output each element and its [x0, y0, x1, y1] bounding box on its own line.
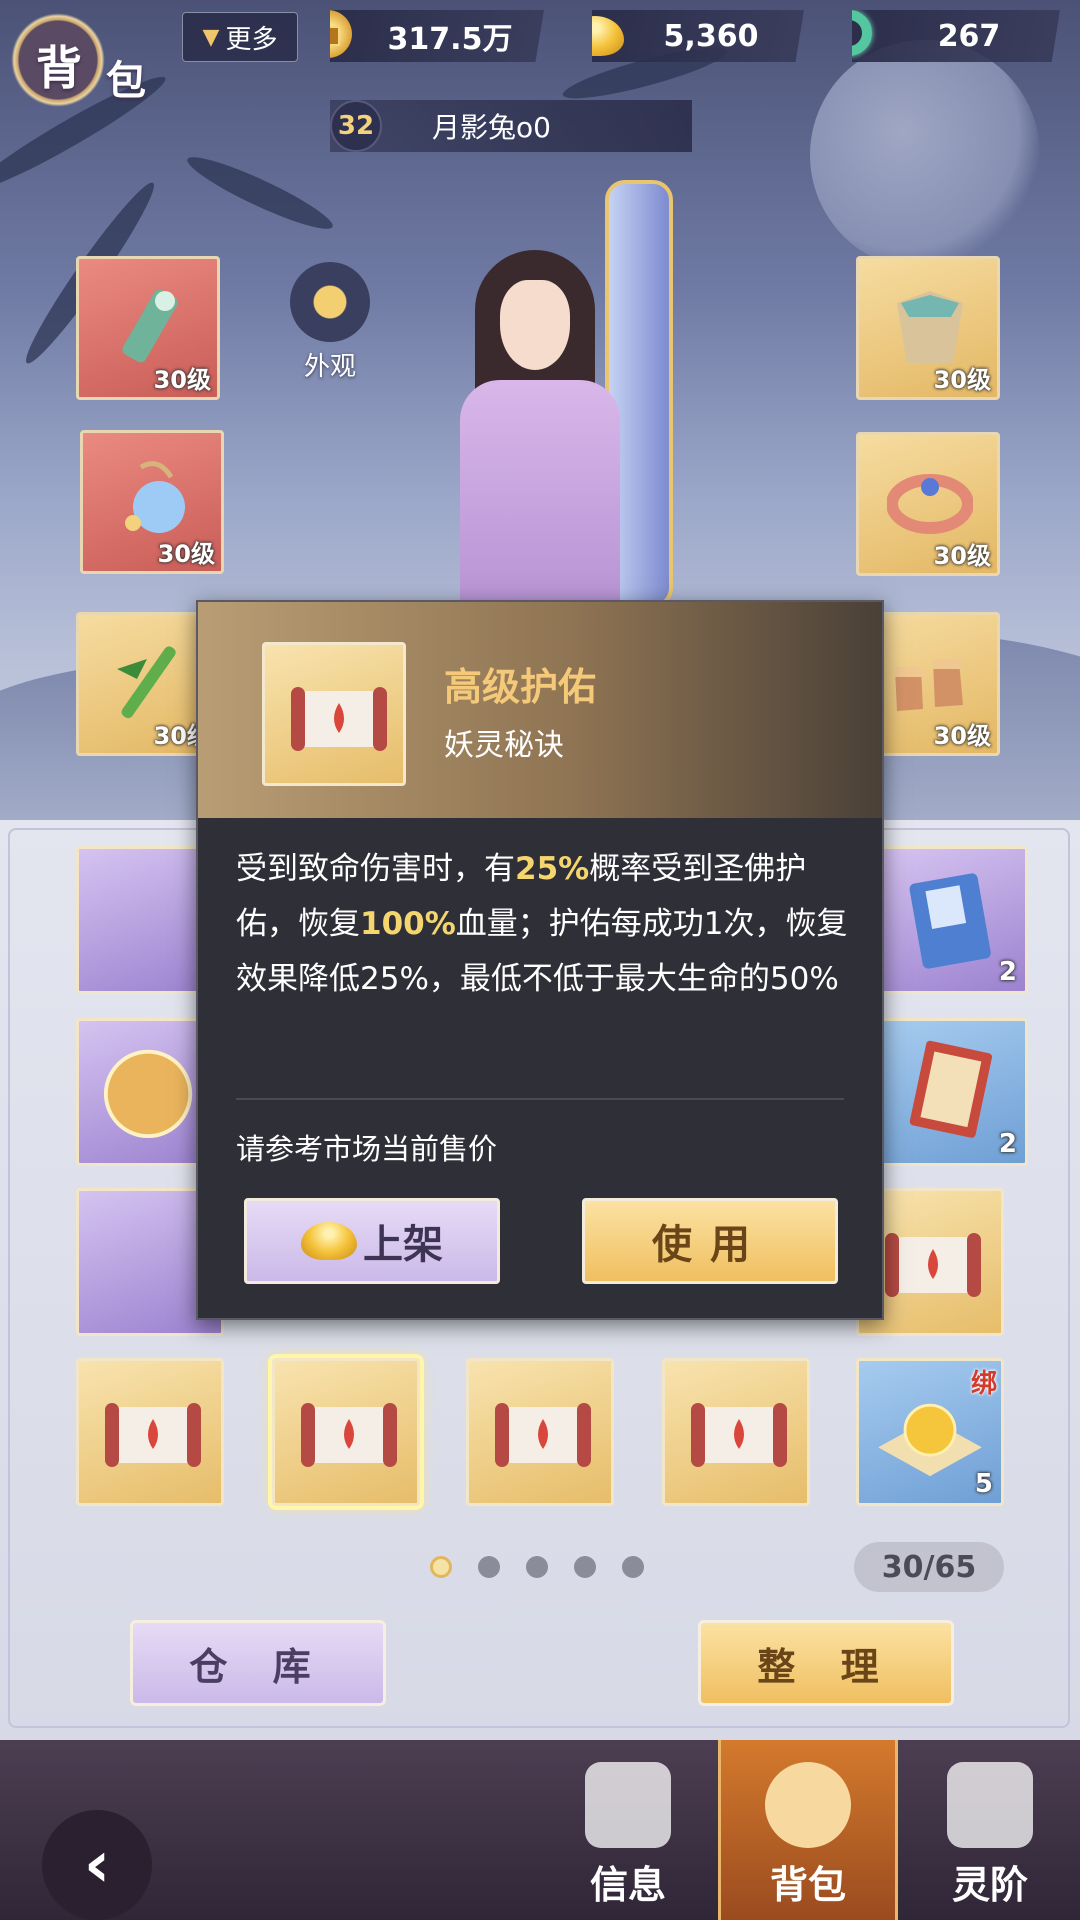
logo-char-1: 背	[36, 41, 82, 95]
player-level: 32	[330, 100, 382, 152]
tooltip-divider	[236, 1098, 844, 1100]
warehouse-button[interactable]: 仓 库	[130, 1620, 386, 1706]
inventory-capacity: 30/65	[854, 1542, 1004, 1592]
equip-slot-armor[interactable]: 30级	[856, 256, 1000, 400]
inventory-slot[interactable]: 2	[880, 1018, 1028, 1166]
bamboo-leaf	[182, 147, 338, 239]
currency-value: 5,360	[663, 18, 759, 54]
appearance-label: 外观	[303, 352, 356, 382]
more-button[interactable]: ▼ 更多	[182, 12, 298, 62]
moon	[810, 40, 1040, 270]
appearance-button[interactable]: 外观	[288, 262, 372, 383]
list-button-label: 上架	[363, 1222, 443, 1268]
tooltip-item-name: 高级护佑	[444, 665, 597, 709]
logo-char-2: 包	[106, 58, 146, 104]
wardrobe-icon	[290, 262, 370, 342]
equip-level: 30级	[157, 540, 215, 568]
currency-copper[interactable]: 317.5万	[330, 10, 544, 62]
page-dot-active[interactable]	[430, 1556, 452, 1578]
equip-level: 30级	[153, 366, 211, 394]
inventory-slot-selected[interactable]	[272, 1358, 420, 1506]
scroll-icon	[691, 1403, 787, 1467]
back-arrow-icon[interactable]: ‹	[42, 1810, 152, 1920]
tab-info[interactable]: 信息	[538, 1740, 718, 1920]
sort-button[interactable]: 整 理	[698, 1620, 954, 1706]
page-dot[interactable]	[622, 1556, 644, 1578]
chevron-down-icon: ▼	[202, 24, 220, 50]
list-on-market-button[interactable]: 上架	[244, 1198, 500, 1284]
item-count: 2	[998, 1129, 1017, 1159]
desc-highlight: 100%	[360, 906, 456, 942]
use-button[interactable]: 使用	[582, 1198, 838, 1284]
bell-pendant-icon	[125, 461, 185, 533]
tooltip-item-icon	[262, 642, 406, 786]
bamboo-staff-icon	[117, 646, 176, 719]
item-tooltip: 高级护佑 妖灵秘诀 受到致命伤害时，有25%概率受到圣佛护佑，恢复100%血量；…	[196, 600, 884, 1320]
scroll-icon	[885, 1233, 981, 1297]
equip-slot-belt[interactable]: 30级	[856, 432, 1000, 576]
desc-text: 受到致命伤害时，有	[236, 851, 515, 887]
tab-spirit-rank[interactable]: 灵阶	[900, 1740, 1080, 1920]
currency-gold[interactable]: 5,360	[592, 10, 804, 62]
scroll-icon	[495, 1403, 591, 1467]
tab-label: 信息	[589, 1863, 666, 1907]
equip-slot-accessory[interactable]: 30级	[80, 430, 224, 574]
currency-value: 317.5万	[387, 22, 513, 57]
bag-logo: 背 包	[6, 4, 166, 110]
item-count: 5	[974, 1469, 993, 1499]
boots-icon	[895, 659, 963, 711]
desc-highlight: 25%	[515, 851, 590, 887]
bottom-nav: ‹ 信息 背包 灵阶	[0, 1740, 1080, 1920]
bag-icon	[765, 1762, 851, 1848]
inventory-slot[interactable]	[76, 1358, 224, 1506]
page-dot[interactable]	[526, 1556, 548, 1578]
inventory-slot[interactable]: 2	[880, 846, 1028, 994]
inventory-slot[interactable]	[662, 1358, 810, 1506]
equip-level: 30级	[933, 542, 991, 570]
tab-label: 灵阶	[951, 1863, 1028, 1907]
fist-icon	[585, 1762, 671, 1848]
page-dot[interactable]	[574, 1556, 596, 1578]
tooltip-price-hint: 请参考市场当前售价	[236, 1132, 498, 1166]
tab-bag[interactable]: 背包	[718, 1740, 898, 1920]
tooltip-description: 受到致命伤害时，有25%概率受到圣佛护佑，恢复100%血量；护佑每成功1次，恢复…	[236, 842, 856, 1007]
scroll-icon	[301, 1403, 397, 1467]
more-button-label: 更多	[225, 24, 278, 55]
inventory-slot[interactable]: 绑 5	[856, 1358, 1004, 1506]
player-name: 月影兔o0	[432, 111, 551, 144]
tab-label: 背包	[769, 1863, 846, 1907]
robe-armor-icon	[897, 291, 963, 363]
equip-slot-weapon[interactable]: 30级	[76, 256, 220, 400]
player-tag: 32 月影兔o0	[330, 100, 692, 152]
character-face	[500, 280, 570, 370]
inventory-slot[interactable]	[466, 1358, 614, 1506]
equip-level: 30级	[933, 366, 991, 394]
scroll-icon	[105, 1403, 201, 1467]
scroll-icon	[291, 687, 387, 751]
page-dot[interactable]	[478, 1556, 500, 1578]
flame-icon	[947, 1762, 1033, 1848]
item-count: 2	[998, 957, 1017, 987]
equip-level: 30级	[933, 722, 991, 750]
belt-ring-icon	[887, 474, 973, 534]
currency-value: 267	[937, 18, 1001, 54]
tooltip-item-type: 妖灵秘诀	[444, 728, 564, 763]
jade-flute-icon	[122, 289, 178, 363]
gold-ingot-icon	[301, 1222, 357, 1260]
page-indicator	[430, 1556, 644, 1578]
currency-jade[interactable]: 267	[852, 10, 1060, 62]
bound-badge: 绑	[970, 1369, 997, 1399]
